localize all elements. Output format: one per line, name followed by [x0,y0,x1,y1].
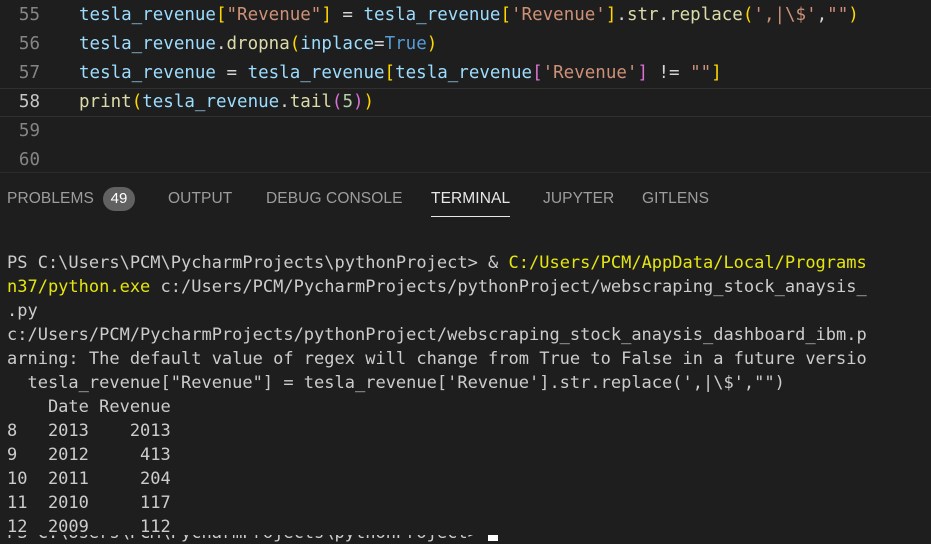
code-token: ] [637,63,648,83]
code-text: tesla_revenue["Revenue"] = tesla_revenue… [79,1,859,30]
terminal-command-line-wrap: n37/python.exe c:/Users/PCM/PycharmProje… [7,275,867,299]
tab-problems[interactable]: PROBLEMS [7,190,94,208]
code-token: True [384,34,427,54]
code-token: ) [848,5,859,25]
terminal-line: tesla_revenue["Revenue"] = tesla_revenue… [7,373,785,393]
code-token: tesla_revenue [247,63,385,83]
code-token: tail [289,92,332,112]
code-token: ] [321,5,332,25]
output-table-header: Date Revenue [7,397,171,417]
output-table-row: 8 2013 2013 [7,421,171,441]
code-token: . [658,5,670,25]
code-token: "Revenue" [226,5,322,25]
code-token: ( [289,34,301,54]
code-token: 5 [342,92,353,112]
bottom-panel: PROBLEMS 49 OUTPUT DEBUG CONSOLE TERMINA… [0,172,931,544]
code-token: ) [426,34,438,54]
terminal-line: arning: The default value of regex will … [7,349,867,369]
code-token: = [215,63,248,83]
code-token: ( [131,92,143,112]
code-text: tesla_revenue.dropna(inplace=True) [79,30,437,59]
tab-debug-console[interactable]: DEBUG CONSOLE [266,190,403,208]
code-token: tesla_revenue [363,5,501,25]
code-line[interactable]: 55 tesla_revenue["Revenue"] = tesla_reven… [0,1,931,30]
code-token: "" [690,63,712,83]
code-token: inplace [300,34,375,54]
code-token: ( [331,92,343,112]
terminal-cursor [488,535,499,541]
python-path: C:/Users/PCM/AppData/Local/Programs [508,253,867,273]
terminal-line: c:/Users/PCM/PycharmProjects/pythonProje… [7,325,867,345]
terminal-output[interactable]: PS C:\Users\PCM\PycharmProjects\pythonPr… [0,251,931,544]
line-number: 55 [18,5,40,25]
code-text: print(tesla_revenue.tail(5)) [79,88,374,117]
code-token: != [647,63,691,83]
code-text: tesla_revenue = tesla_revenue[tesla_reve… [79,59,722,88]
code-line[interactable]: 60 [0,146,931,172]
terminal-last-prompt: PS C:\Users\PCM\PycharmProjects\pythonPr… [7,535,499,544]
code-token: ) [353,92,364,112]
problems-count-badge: 49 [103,187,135,211]
panel-tabs: PROBLEMS 49 OUTPUT DEBUG CONSOLE TERMINA… [0,173,931,223]
code-token: tesla_revenue [79,5,216,25]
code-token: ) [363,92,375,112]
line-number: 60 [18,150,40,170]
code-token: tesla_revenue [142,92,280,112]
code-token: ( [742,5,754,25]
output-table-row: 10 2011 204 [7,469,171,489]
last-prompt-text: PS C:\Users\PCM\PycharmProjects\pythonPr… [7,535,499,543]
code-line[interactable]: 59 [0,117,931,146]
tab-terminal[interactable]: TERMINAL [431,190,511,217]
code-token: [ [215,5,227,25]
code-token: = [331,5,364,25]
code-token: tesla_revenue [395,63,533,83]
script-path: c:/Users/PCM/PycharmProjects/pythonProje… [150,277,867,297]
line-number: 58 [18,92,40,112]
line-number: 59 [18,121,40,141]
line-number: 56 [18,34,40,54]
code-token: . [616,5,627,25]
code-token: = [374,34,385,54]
code-line[interactable]: 56 tesla_revenue.dropna(inplace=True) [0,30,931,59]
code-token: 'Revenue' [542,63,638,83]
terminal-command-line-wrap-2: .py [7,301,38,321]
code-line[interactable]: 57 tesla_revenue = tesla_revenue[tesla_re… [0,59,931,88]
python-path-cont: n37/python.exe [7,277,151,297]
code-token: tesla_revenue [79,34,216,54]
terminal-prompt: PS C:\Users\PCM\PycharmProjects\pythonPr… [7,253,509,273]
code-line[interactable]: 58 print(tesla_revenue.tail(5)) [0,88,931,117]
terminal-command-line: PS C:\Users\PCM\PycharmProjects\pythonPr… [7,251,867,275]
tab-gitlens[interactable]: GITLENS [642,190,709,208]
code-token: ] [711,63,722,83]
code-token: . [279,92,290,112]
code-token: dropna [226,34,290,54]
code-token: , [816,5,828,25]
code-token: "" [827,5,849,25]
code-token: replace [669,5,743,25]
line-number: 57 [18,63,40,83]
code-token: print [79,92,132,112]
code-editor[interactable]: 55 tesla_revenue["Revenue"] = tesla_reven… [0,0,931,172]
code-token: [ [384,63,396,83]
code-token: . [215,34,227,54]
code-token: [ [532,63,543,83]
tab-jupyter[interactable]: JUPYTER [543,190,614,208]
code-token: tesla_revenue [79,63,216,83]
code-token: str [626,5,659,25]
code-token: ] [605,5,617,25]
tab-output[interactable]: OUTPUT [168,190,232,208]
output-table-row: 11 2010 117 [7,493,171,513]
output-table-row: 9 2012 413 [7,445,171,465]
code-token: ',|\$' [753,5,817,25]
code-token: [ [500,5,512,25]
code-token: 'Revenue' [511,5,606,25]
